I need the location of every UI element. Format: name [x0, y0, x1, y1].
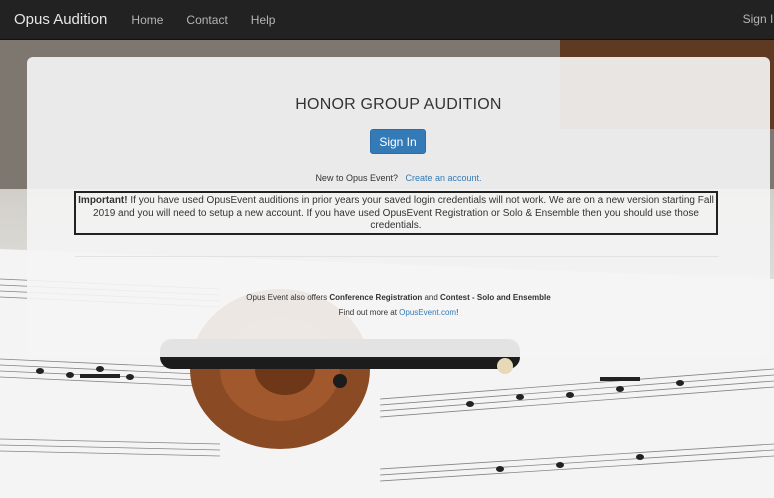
offers-contest: Contest - Solo and Ensemble: [440, 293, 551, 302]
nav-link-contact[interactable]: Contact: [186, 13, 227, 27]
page-title: HONOR GROUP AUDITION: [295, 96, 502, 113]
notice-text: If you have used OpusEvent auditions in …: [93, 195, 714, 231]
offers-line: Opus Event also offers Conference Regist…: [27, 293, 770, 302]
findout-suffix: !: [456, 308, 459, 317]
offers-conference: Conference Registration: [329, 293, 423, 302]
notice-important-label: Important!: [78, 195, 128, 206]
nav-sign-in-link[interactable]: Sign In: [743, 12, 774, 26]
new-account-prompt: New to Opus Event? Create an account.: [27, 173, 770, 183]
findout-line: Find out more at OpusEvent.com!: [27, 308, 770, 317]
brand-logo[interactable]: Opus Audition: [14, 11, 107, 28]
divider: [75, 256, 719, 257]
findout-prefix: Find out more at: [338, 308, 400, 317]
offers-and: and: [422, 293, 441, 302]
nav-link-home[interactable]: Home: [131, 13, 163, 27]
important-notice: Important! If you have used OpusEvent au…: [74, 191, 718, 235]
offers-prefix: Opus Event also offers: [246, 293, 330, 302]
new-account-text: New to Opus Event?: [315, 173, 398, 183]
opusevent-link[interactable]: OpusEvent.com: [399, 308, 456, 317]
nav-link-help[interactable]: Help: [251, 13, 276, 27]
audition-panel: HONOR GROUP AUDITION Sign In New to Opus…: [27, 57, 770, 357]
create-account-link[interactable]: Create an account.: [406, 173, 482, 183]
sign-in-button[interactable]: Sign In: [370, 129, 426, 154]
top-navbar: Opus Audition Home Contact Help Sign In: [0, 0, 774, 40]
